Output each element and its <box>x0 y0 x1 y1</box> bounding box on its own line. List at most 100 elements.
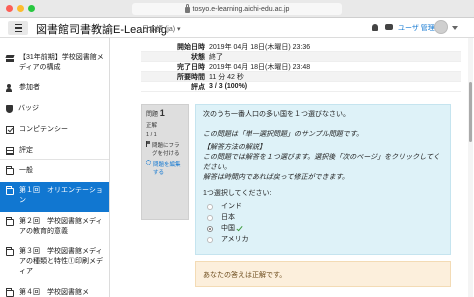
summary-value: 2019年 04月 18日(木曜日) 23:48 <box>209 63 311 71</box>
gear-icon <box>146 160 151 165</box>
bell-icon[interactable] <box>372 24 378 31</box>
summary-row-started: 開始日時 2019年 04月 18日(木曜日) 23:36 <box>141 42 461 52</box>
lock-icon <box>184 4 190 13</box>
question-note: この問題では解答を１つ選びます。選択後「次のページ」をクリックしてください。 <box>203 154 440 171</box>
question-note: この問題は「単一選択問題」のサンプル問題です。 <box>203 131 364 138</box>
sidebar-item-participants[interactable]: 参加者 <box>0 83 109 93</box>
flag-question-button[interactable]: 問題にフラグを付ける <box>146 141 184 157</box>
outcome-feedback: あなたの答えは正解です。 <box>195 261 451 287</box>
question-text: 次のうち一番人口の多い国を１つ選びなさい。 <box>203 111 350 118</box>
shield-icon <box>6 105 13 113</box>
sidebar-item-label: 【31年前期】学校図書館メディアの構成 <box>19 54 104 71</box>
sidebar-item-label: 第２回 学校図書館メディアの教育的意義 <box>19 218 103 235</box>
answer-radio[interactable] <box>207 203 213 210</box>
sidebar-item-label: 評定 <box>19 147 33 154</box>
minimize-window-button[interactable] <box>17 5 24 12</box>
question-content: 次のうち一番人口の多い国を１つ選びなさい。 この問題は「単一選択問題」のサンプル… <box>195 104 451 255</box>
answer-option[interactable]: アメリカ <box>203 234 443 245</box>
sidebar-item-grades[interactable]: 評定 <box>0 146 109 156</box>
question-number: 問題 1 <box>146 108 165 118</box>
folder-icon <box>6 186 14 195</box>
edit-question-link[interactable]: 問題を編集する <box>146 160 184 176</box>
menu-icon <box>14 23 22 26</box>
folder-icon <box>6 288 14 297</box>
question-note: 解答は時間内であれば戻って修正ができます。 <box>203 174 349 181</box>
users-icon <box>6 84 14 92</box>
folder-icon <box>6 166 14 175</box>
main-content: 開始日時 2019年 04月 18日(木曜日) 23:36 状態 終了 完了日時… <box>111 38 474 297</box>
sidebar-item-week4[interactable]: 第４回 学校図書館メ <box>0 288 109 297</box>
folder-icon <box>6 247 14 256</box>
sidebar-item-label: 第４回 学校図書館メ <box>19 289 89 296</box>
check-square-icon <box>6 126 14 134</box>
summary-label: 状態 <box>191 53 205 61</box>
summary-value: 2019年 04月 18日(木曜日) 23:36 <box>209 43 311 51</box>
answer-prompt: 1つ選択してください: <box>203 190 272 197</box>
summary-value: 3 / 3 (100%) <box>209 83 248 90</box>
user-menu-name[interactable]: ユーザ 管理 <box>398 23 435 33</box>
check-icon <box>236 224 243 231</box>
summary-label: 完了日時 <box>177 63 205 71</box>
sidebar-item-label: バッジ <box>18 105 39 112</box>
avatar[interactable] <box>434 20 448 34</box>
answer-label: インド <box>221 202 242 210</box>
answer-option[interactable]: 中国 <box>203 223 443 234</box>
folder-icon <box>6 217 14 226</box>
outcome-text: あなたの答えは正解です。 <box>203 272 287 279</box>
sidebar-item-label: 参加者 <box>19 84 40 91</box>
answer-label: 日本 <box>221 213 235 221</box>
address-bar[interactable]: tosyo.e-learning.aichi-edu.ac.jp <box>132 3 342 15</box>
chat-icon[interactable] <box>385 24 393 30</box>
summary-row-completed: 完了日時 2019年 04月 18日(木曜日) 23:48 <box>141 62 461 72</box>
summary-row-grade: 評点 3 / 3 (100%) <box>141 82 461 92</box>
summary-value: 終了 <box>209 53 223 61</box>
sidebar-item-competencies[interactable]: コンピテンシー <box>0 125 109 135</box>
flag-icon <box>146 141 150 147</box>
sidebar-item-label: 第１回 オリエンテーション <box>19 187 103 204</box>
graduation-cap-icon <box>6 54 14 62</box>
page-scrollbar[interactable] <box>468 38 473 297</box>
nav-drawer: 【31年前期】学校図書館メディアの構成 参加者 バッジ コンピテンシー 評定 一… <box>0 38 110 297</box>
table-icon <box>6 147 14 155</box>
edit-question-label: 問題を編集する <box>153 162 181 176</box>
question-mark: 1 / 1 <box>146 132 157 138</box>
attempt-summary-table: 開始日時 2019年 04月 18日(木曜日) 23:36 状態 終了 完了日時… <box>141 42 461 92</box>
language-menu[interactable]: 日本語 (ja) ▾ <box>142 24 181 34</box>
question-state: 正解 <box>146 123 158 129</box>
answer-radio[interactable] <box>207 225 213 232</box>
sidebar-item-course[interactable]: 【31年前期】学校図書館メディアの構成 <box>0 53 109 73</box>
sidebar-item-badges[interactable]: バッジ <box>0 104 109 114</box>
summary-label: 所要時間 <box>177 73 205 81</box>
drawer-divider <box>0 159 109 160</box>
close-window-button[interactable] <box>6 5 13 12</box>
answer-radio[interactable] <box>207 236 213 243</box>
sidebar-item-label: 第３回 学校図書館メディアの種類と特性①印刷メディア <box>19 248 103 275</box>
chevron-down-icon[interactable] <box>452 26 458 30</box>
sidebar-item-week2[interactable]: 第２回 学校図書館メディアの教育的意義 <box>0 217 109 237</box>
sidebar-item-general[interactable]: 一般 <box>0 166 109 176</box>
question-note: 【解答方法の解説】 <box>203 144 266 151</box>
scrollbar-thumb[interactable] <box>469 82 472 142</box>
answer-option[interactable]: 日本 <box>203 212 443 223</box>
summary-value: 11 分 42 秒 <box>209 73 244 81</box>
sidebar-item-week3[interactable]: 第３回 学校図書館メディアの種類と特性①印刷メディア <box>0 247 109 277</box>
address-bar-url: tosyo.e-learning.aichi-edu.ac.jp <box>192 5 290 13</box>
answer-label: 中国 <box>221 224 235 232</box>
sidebar-item-week1[interactable]: 第１回 オリエンテーション <box>0 182 109 212</box>
browser-chrome: tosyo.e-learning.aichi-edu.ac.jp <box>0 0 474 18</box>
question-info-panel: 問題 1 正解 1 / 1 問題にフラグを付ける 問題を編集する <box>141 104 189 220</box>
sidebar-item-label: 一般 <box>19 167 33 174</box>
drawer-toggle-button[interactable] <box>8 21 28 35</box>
answer-option[interactable]: インド <box>203 201 443 212</box>
window-controls <box>6 5 35 12</box>
summary-label: 開始日時 <box>177 43 205 51</box>
flag-question-label: 問題にフラグを付ける <box>152 143 180 157</box>
summary-row-time-taken: 所要時間 11 分 42 秒 <box>141 72 461 82</box>
summary-row-state: 状態 終了 <box>141 52 461 62</box>
maximize-window-button[interactable] <box>28 5 35 12</box>
sidebar-item-label: コンピテンシー <box>19 126 68 133</box>
summary-label: 評点 <box>191 83 205 91</box>
top-navbar: 図書館司書教諭E-Learning 日本語 (ja) ▾ ユーザ 管理 <box>0 18 474 38</box>
answer-radio[interactable] <box>207 214 213 221</box>
answer-label: アメリカ <box>221 235 249 243</box>
